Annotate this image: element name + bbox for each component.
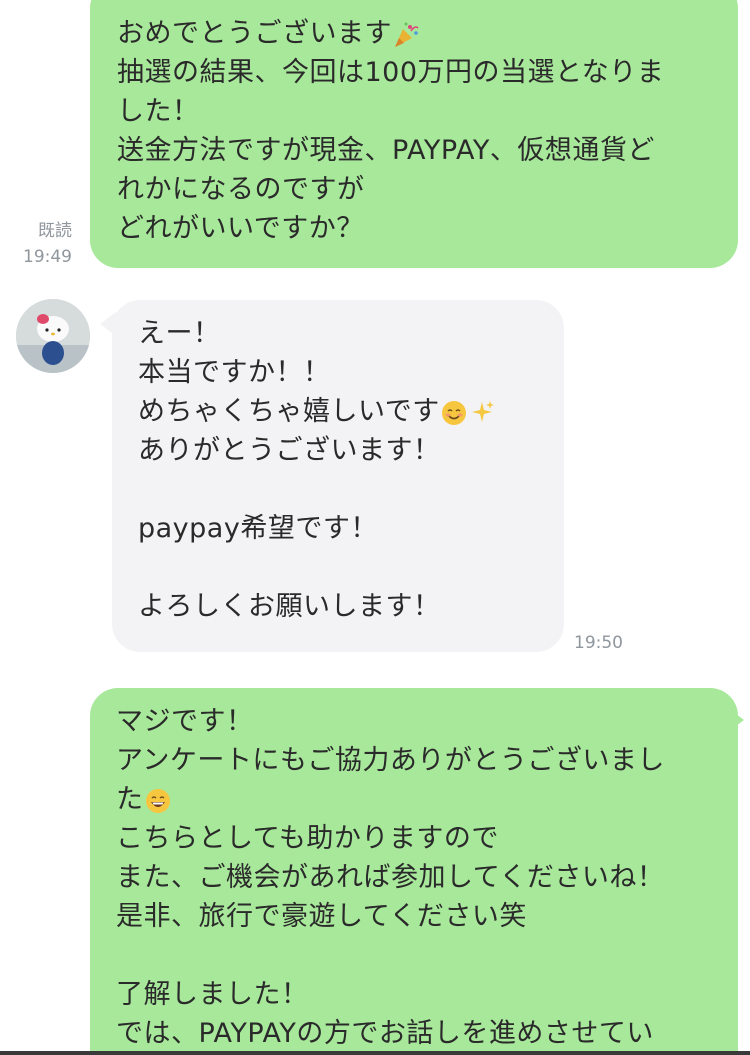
message-line: ありがとうございます！ (138, 435, 441, 466)
grinning-face-icon (145, 788, 170, 813)
message-line: では、PAYPAYの方でお話しを進めさせてい (116, 1018, 654, 1049)
party-popper-icon (395, 22, 419, 47)
message-bubble-outgoing[interactable]: おめでとうございます 抽選の結果、今回は100万円の当選となりま した！ 送金方… (90, 0, 738, 268)
message-line: 是非、旅行で豪遊してください笑 (116, 901, 527, 932)
avatar-image (16, 299, 90, 373)
message-bubble-incoming[interactable]: えー！ 本当ですか！！ めちゃくちゃ嬉しいです ありがとうございます！ payp… (112, 300, 564, 652)
message-line: マジです！ (116, 706, 254, 737)
smiling-face-icon (441, 400, 466, 425)
message-line: えー！ (138, 318, 221, 349)
message-line (116, 936, 738, 975)
contact-avatar[interactable] (16, 299, 90, 373)
message-time: 19:50 (574, 633, 623, 653)
read-label: 既読 (38, 221, 72, 241)
message-bubble-outgoing[interactable]: マジです！ アンケートにもご協力ありがとうございまし た こちらとしても助かりま… (90, 688, 738, 1055)
message-line: また、ご機会があれば参加してくださいね！ (116, 862, 665, 893)
message-line: paypay希望です！ (138, 513, 378, 544)
message-line: こちらとしても助かりますので (116, 823, 499, 854)
message-line: どれがいいですか？ (117, 213, 364, 244)
message-time: 19:49 (23, 247, 72, 267)
read-receipt: 既読 19:49 (14, 220, 72, 268)
message-line: おめでとうございます (117, 14, 738, 53)
message-line: よろしくお願いします！ (138, 591, 441, 622)
message-line: アンケートにもご協力ありがとうございまし (116, 745, 665, 776)
chat-view: 既読 19:49 おめでとうございます 抽選の結果、今回は100万円の当選となり… (0, 0, 750, 1055)
message-line (138, 470, 564, 509)
message-line: めちゃくちゃ嬉しいです (138, 392, 564, 431)
message-line: た (116, 780, 738, 819)
bottom-divider (0, 1051, 750, 1055)
sparkles-icon (471, 400, 494, 422)
message-line: 抽選の結果、今回は100万円の当選となりま (117, 57, 665, 88)
message-line: 送金方法ですが現金、PAYPAY、仮想通貨ど (117, 135, 655, 166)
message-line: れかになるのですが (117, 174, 365, 205)
message-line: 本当ですか！！ (138, 357, 331, 388)
message-line (138, 548, 564, 587)
message-line: した！ (117, 96, 200, 127)
message-line: 了解しました！ (116, 979, 309, 1010)
